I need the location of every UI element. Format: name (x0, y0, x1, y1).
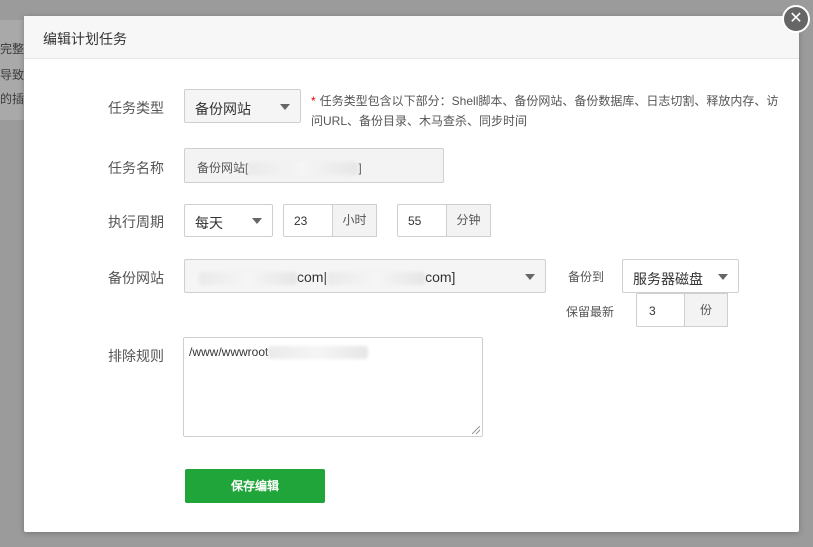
exclude-textarea[interactable]: /www/wwwroot (183, 337, 483, 437)
chevron-down-icon (252, 218, 262, 224)
minute-unit: 分钟 (446, 204, 491, 237)
redacted-text (327, 271, 426, 285)
hour-value: 23 (294, 214, 308, 228)
background-text-1: 完整 (0, 42, 25, 56)
save-button[interactable]: 保存编辑 (185, 469, 325, 503)
minute-input[interactable]: 55 (397, 204, 447, 237)
exclude-value: /www/wwwroot (189, 345, 269, 359)
task-type-value: 备份网站 (195, 101, 251, 117)
exclude-label: 排除规则 (108, 348, 164, 364)
backup-to-label: 备份到 (567, 270, 604, 284)
keep-latest-unit: 份 (684, 293, 728, 327)
backup-site-part1: com| (297, 269, 328, 285)
redacted-text (199, 271, 297, 285)
redacted-text (268, 346, 369, 360)
period-freq-select[interactable]: 每天 (184, 204, 273, 237)
hour-unit: 小时 (332, 204, 377, 237)
task-name-suffix: ] (358, 161, 362, 175)
modal-title: 编辑计划任务 (43, 31, 127, 47)
chevron-down-icon (718, 274, 728, 280)
redacted-text (248, 162, 359, 176)
task-name-prefix: 备份网站[ (197, 161, 249, 175)
period-label: 执行周期 (108, 214, 164, 230)
task-name-label: 任务名称 (108, 160, 164, 176)
task-type-hint: * 任务类型包含以下部分：Shell脚本、备份网站、备份数据库、日志切割、释放内存… (311, 91, 781, 131)
backup-to-select[interactable]: 服务器磁盘 (622, 259, 739, 293)
chevron-down-icon (525, 274, 535, 280)
keep-latest-label: 保留最新 (565, 305, 614, 319)
task-type-select[interactable]: 备份网站 (184, 89, 301, 123)
edit-task-modal: 编辑计划任务 任务类型 备份网站 * 任务类型包含以下部分：Shell脚本、备份网… (24, 16, 799, 532)
chevron-down-icon (280, 104, 290, 110)
required-mark: * (311, 94, 316, 108)
task-type-label: 任务类型 (108, 100, 164, 116)
task-type-hint-text: 任务类型包含以下部分：Shell脚本、备份网站、备份数据库、日志切割、释放内存、… (311, 94, 779, 128)
minute-value: 55 (408, 214, 422, 228)
backup-site-part2: com] (425, 269, 456, 285)
backup-site-label: 备份网站 (108, 270, 164, 286)
backup-to-value: 服务器磁盘 (633, 271, 703, 287)
keep-latest-input[interactable]: 3 (636, 293, 685, 327)
keep-latest-value: 3 (649, 304, 656, 318)
backup-site-select[interactable]: com| com] (184, 259, 546, 293)
resize-handle[interactable] (472, 426, 480, 434)
task-name-input[interactable]: 备份网站[] (184, 148, 444, 183)
close-icon[interactable]: ✕ (782, 5, 810, 33)
hour-input[interactable]: 23 (283, 204, 333, 237)
period-freq-value: 每天 (195, 215, 223, 231)
modal-header: 编辑计划任务 (24, 16, 799, 59)
